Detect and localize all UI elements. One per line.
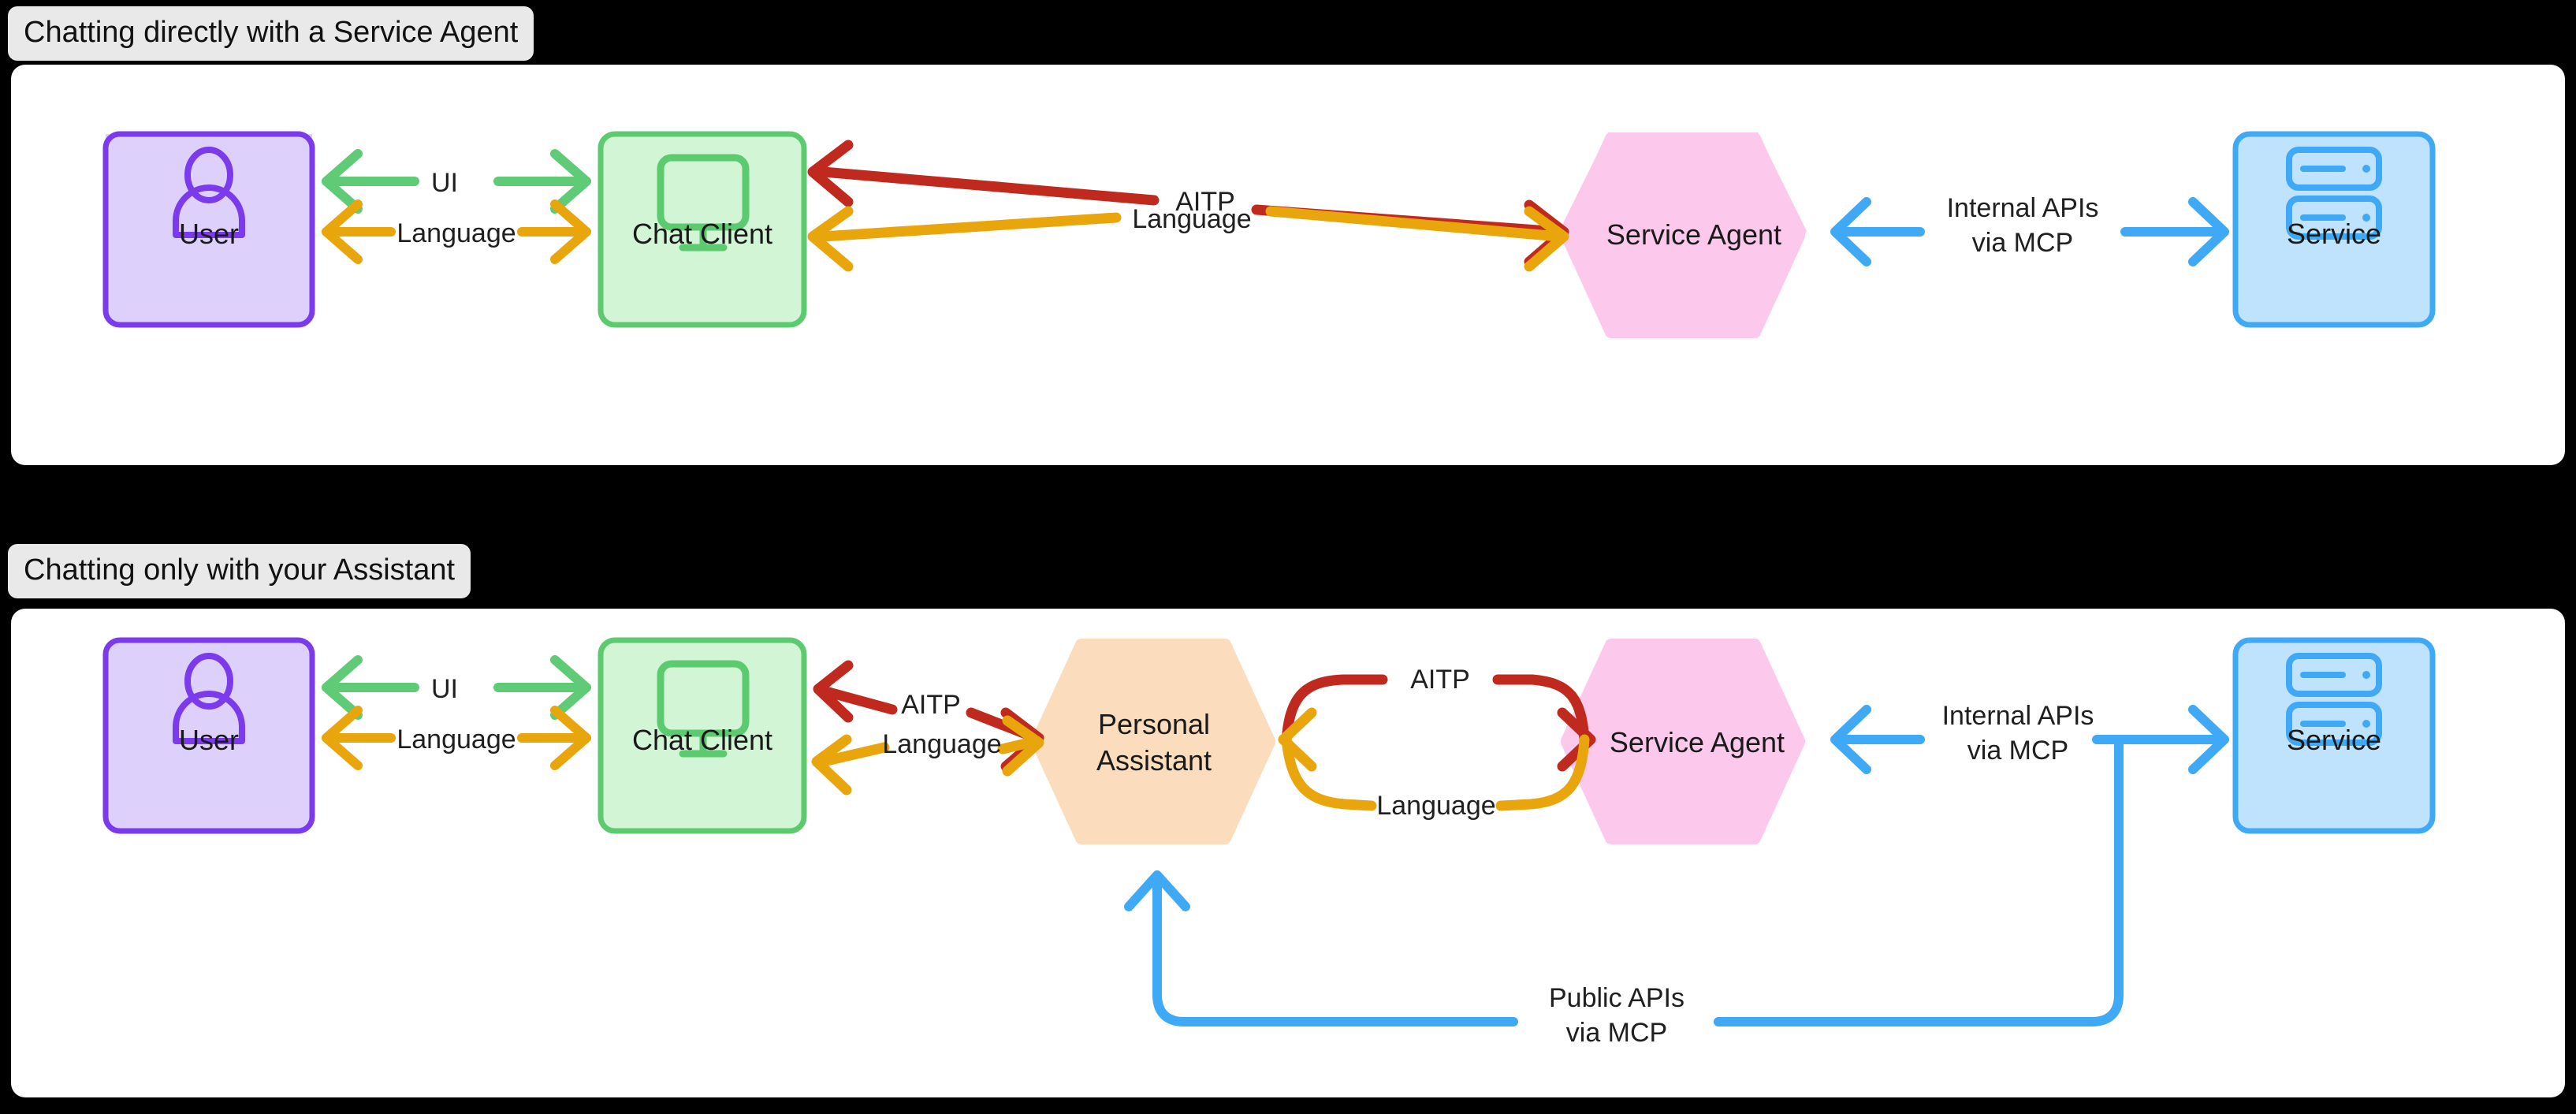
edge-internal-apis-mcp [1830,705,2229,774]
node-personal-assistant-shape [1030,638,1276,845]
edge-language-agent-assistant [1278,707,1590,811]
edge-language-user-client [322,706,591,770]
node-service-agent-shape [1560,638,1806,845]
panel-title-assistant: Chatting only with your Assistant [8,544,471,598]
node-service-box [2232,131,2436,328]
panel-title-direct: Chatting directly with a Service Agent [8,6,534,61]
edge-language-user-client [322,199,591,264]
node-user-box [102,637,315,834]
edge-ui [322,655,591,720]
edge-internal-apis-mcp [1830,197,2229,266]
panel-assistant: User Chat Client Personal Assistant Serv… [11,609,2565,1097]
edge-aitp-assistant-agent [1281,674,1596,772]
panel-direct-graphics: .ln { fill:none; stroke-linecap:round; s… [102,131,2436,339]
panel-assistant-graphics [102,637,2436,1026]
node-service-box [2232,637,2436,834]
diagram-canvas: Chatting directly with a Service Agent .… [0,0,2576,1114]
panel-direct: .ln { fill:none; stroke-linecap:round; s… [11,65,2565,465]
edge-aitp-client-agent [807,140,1569,267]
edge-ui [322,149,591,214]
